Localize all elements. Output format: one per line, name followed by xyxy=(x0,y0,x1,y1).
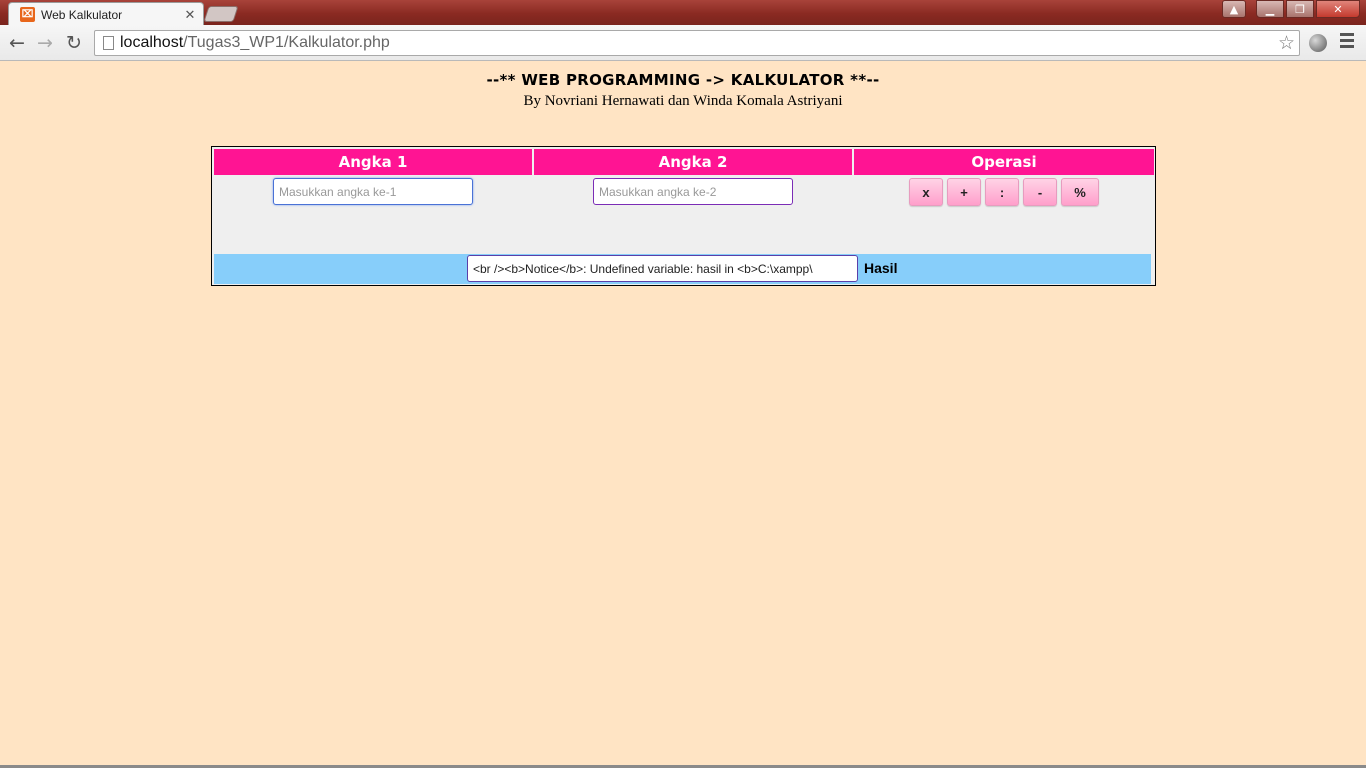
new-tab-button[interactable] xyxy=(203,6,239,22)
address-bar[interactable]: localhost /Tugas3_WP1/Kalkulator.php ☆ xyxy=(94,30,1300,56)
close-window-button[interactable]: ✕ xyxy=(1316,0,1360,18)
modulo-button[interactable]: % xyxy=(1061,178,1099,206)
extension-globe-icon[interactable] xyxy=(1309,34,1327,52)
xampp-favicon-icon: ⌧ xyxy=(20,7,35,22)
browser-tab[interactable]: ⌧ Web Kalkulator ✕ xyxy=(8,2,204,26)
header-operasi: Operasi xyxy=(854,149,1154,175)
menu-icon[interactable] xyxy=(1340,33,1354,51)
window-controls: ▲ ▁ ❐ ✕ xyxy=(1220,0,1360,18)
divide-button[interactable]: : xyxy=(985,178,1019,206)
back-arrow-icon[interactable]: ← xyxy=(6,32,28,54)
page-title: --** WEB PROGRAMMING -> KALKULATOR **-- xyxy=(486,71,880,89)
result-row: <br /><b>Notice</b>: Undefined variable:… xyxy=(214,254,1151,284)
tab-title: Web Kalkulator xyxy=(41,7,123,22)
add-button[interactable]: + xyxy=(947,178,981,206)
window-titlebar: ⌧ Web Kalkulator ✕ ▲ ▁ ❐ ✕ xyxy=(0,0,1366,26)
operation-buttons: x + : - % xyxy=(909,178,1103,206)
url-path: /Tugas3_WP1/Kalkulator.php xyxy=(183,34,390,51)
bookmark-star-icon[interactable]: ☆ xyxy=(1278,32,1295,55)
page-icon xyxy=(103,36,114,50)
number-2-input[interactable]: Masukkan angka ke-2 xyxy=(593,178,793,205)
number-1-input[interactable]: Masukkan angka ke-1 xyxy=(273,178,473,205)
header-angka-1: Angka 1 xyxy=(214,149,532,175)
user-profile-icon[interactable]: ▲ xyxy=(1222,0,1246,18)
multiply-button[interactable]: x xyxy=(909,178,943,206)
minimize-button[interactable]: ▁ xyxy=(1256,0,1284,18)
url-host: localhost xyxy=(120,34,184,51)
result-field[interactable]: <br /><b>Notice</b>: Undefined variable:… xyxy=(467,255,858,282)
forward-arrow-icon[interactable]: → xyxy=(34,32,56,54)
result-label: Hasil xyxy=(864,260,898,276)
page-subtitle: By Novriani Hernawati dan Winda Komala A… xyxy=(523,93,843,109)
subtract-button[interactable]: - xyxy=(1023,178,1057,206)
reload-icon[interactable]: ↻ xyxy=(63,32,85,54)
restore-button[interactable]: ❐ xyxy=(1286,0,1314,18)
browser-toolbar: ← → ↻ localhost /Tugas3_WP1/Kalkulator.p… xyxy=(0,25,1366,61)
calculator-table: Angka 1 Angka 2 Operasi Masukkan angka k… xyxy=(211,146,1156,286)
tab-close-icon[interactable]: ✕ xyxy=(181,7,199,23)
header-angka-2: Angka 2 xyxy=(534,149,852,175)
